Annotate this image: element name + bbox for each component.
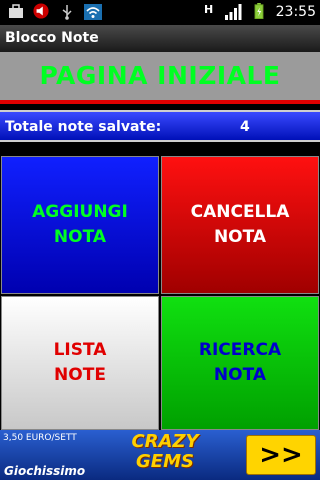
page-header: PAGINA INIZIALE: [0, 52, 320, 100]
signal-icon: [225, 4, 242, 20]
list-notes-label-line2: NOTE: [54, 365, 106, 385]
ad-brand: Giochissimo: [4, 464, 86, 478]
search-note-label-line1: RICERCA: [198, 340, 282, 360]
delete-note-label-line2: NOTA: [213, 227, 267, 247]
notes-count-label: Totale note salvate:: [5, 119, 162, 135]
add-note-label-line2: NOTA: [53, 227, 107, 247]
delete-note-button[interactable]: CANCELLA NOTA: [161, 156, 319, 294]
search-note-label-line2: NOTA: [213, 365, 267, 385]
battery-icon: [254, 3, 264, 19]
briefcase-icon: [9, 4, 23, 18]
ad-banner[interactable]: 3,50 EURO/SETT Giochissimo CRAZY GEMS >>: [0, 430, 320, 480]
app-title: Blocco Note: [5, 30, 99, 46]
divider: [0, 100, 320, 104]
network-type-label: H: [204, 3, 214, 16]
ad-game-title-line2: GEMS: [136, 451, 194, 472]
ad-price: 3,50 EURO/SETT: [3, 433, 77, 443]
ad-game-title-line1: CRAZY: [131, 431, 199, 452]
wifi-icon: [84, 4, 102, 20]
list-notes-label-line1: LISTA: [53, 340, 107, 360]
ad-game-logo: CRAZY GEMS: [100, 432, 230, 478]
muted-speaker-icon: [33, 3, 49, 19]
list-notes-button[interactable]: LISTA NOTE: [1, 296, 159, 430]
usb-icon: [62, 5, 72, 20]
add-note-label-line1: AGGIUNGI: [32, 202, 128, 222]
search-note-button[interactable]: RICERCA NOTA: [161, 296, 319, 430]
notes-count-value: 4: [240, 119, 250, 135]
delete-note-label-line1: CANCELLA: [190, 202, 290, 222]
page-title: PAGINA INIZIALE: [39, 61, 281, 90]
add-note-button[interactable]: AGGIUNGI NOTA: [1, 156, 159, 294]
clock: 23:55: [275, 4, 316, 20]
status-bar: H 23:55: [0, 0, 320, 25]
notes-count-bar: Totale note salvate: 4: [0, 110, 320, 142]
ad-go-button[interactable]: >>: [246, 435, 316, 475]
app-title-bar: Blocco Note: [0, 25, 320, 53]
